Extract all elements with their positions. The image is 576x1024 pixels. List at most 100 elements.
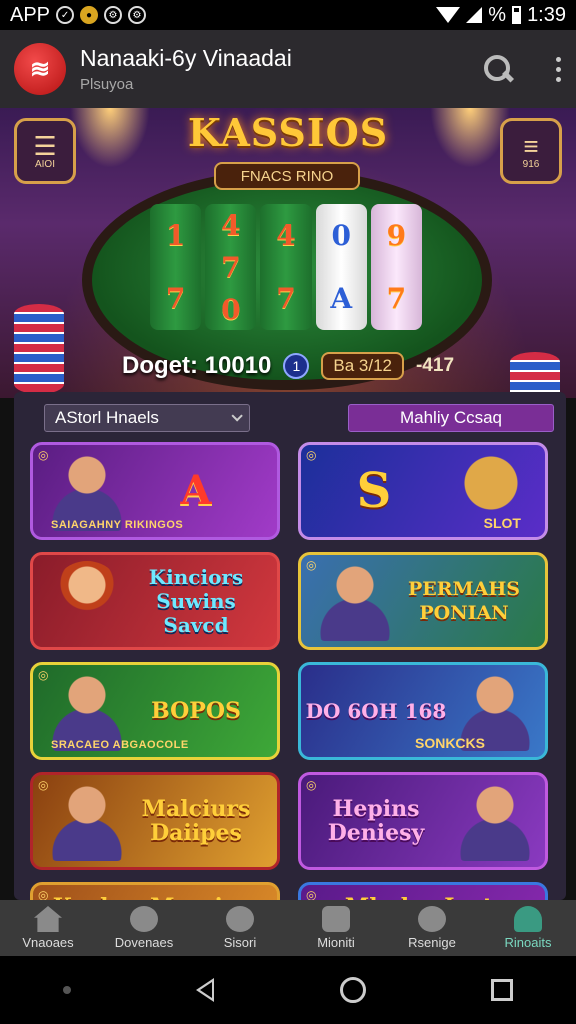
game-grid: ◎ A SAIAGAHNY RIKINGOS ◎ S SLOT Kinciors…	[30, 442, 550, 900]
search-icon[interactable]	[482, 53, 514, 85]
reel-symbol: A	[330, 282, 353, 315]
nav-label: Dovenaes	[114, 935, 174, 950]
nav-item-search[interactable]: Sisori	[192, 900, 288, 956]
status-time: 1:39	[527, 3, 566, 26]
game-card-title: Mlndnr Inst	[301, 885, 545, 900]
hero-right-button-label: 916	[522, 158, 540, 170]
game-card[interactable]: ◎ Kuykay Macsies	[30, 882, 280, 900]
slot-machine-icon	[322, 906, 350, 932]
nav-label: Mioniti	[317, 935, 355, 950]
battery-icon	[512, 6, 522, 24]
reel-symbol: 0	[221, 292, 241, 326]
filter-button-label: Mahliy Ccsaq	[399, 408, 503, 427]
nav-label: Vnaoaes	[22, 935, 74, 950]
balance-row: Doget: 10010 1 Ba 3/12 -417	[0, 352, 576, 380]
nav-item-slots[interactable]: Mioniti	[288, 900, 384, 956]
reel-symbol: 7	[221, 250, 241, 284]
character-avatar	[319, 561, 391, 641]
game-card-tag: SLOT	[483, 515, 521, 531]
balance-label: Doget: 10010	[121, 352, 272, 379]
slot-reels[interactable]: 1 7 4 7 0 4 7 0 A 9 7	[150, 204, 423, 330]
person-icon	[514, 906, 542, 932]
search-people-icon	[226, 906, 254, 932]
category-dropdown-label: AStorl Hnaels	[55, 408, 159, 427]
reel-symbol: 7	[386, 282, 407, 315]
game-card[interactable]: Kinciors Suwins Savcd	[30, 552, 280, 650]
reel: 9 7	[370, 204, 423, 330]
game-card-title: A	[180, 467, 212, 514]
game-card-title: Kinciors Suwins Savcd	[148, 565, 244, 637]
chip-stack-icon[interactable]: ≋	[14, 43, 66, 95]
reel-symbol: 4	[221, 208, 241, 242]
bottom-nav: Vnaoaes Dovenaes Sisori Mioniti Rsenige …	[0, 900, 576, 956]
game-card-title: BOPOS	[151, 698, 241, 724]
nav-item-profile[interactable]: Rinoaits	[480, 900, 576, 956]
game-card[interactable]: ◎ Mlndnr Inst	[298, 882, 548, 900]
recents-icon[interactable]	[491, 979, 514, 1001]
app-subtitle: Plsuyoa	[80, 76, 134, 93]
home-icon	[34, 906, 62, 932]
nav-item-chips[interactable]: Dovenaes	[96, 900, 192, 956]
reel-symbol: 7	[276, 282, 296, 315]
dot-icon	[62, 986, 71, 994]
chip-icon: 1	[283, 353, 310, 379]
chip-icon	[130, 906, 158, 932]
hero-subtitle-banner: FNACS RINO	[214, 162, 360, 190]
chip-icon: ◎	[38, 448, 49, 462]
bet-box[interactable]: Ba 3/12	[321, 352, 404, 380]
games-panel: AStorl Hnaels Mahliy Ccsaq ◎ A SAIAGAHNY…	[14, 392, 566, 900]
status-app-text: APP	[10, 3, 51, 26]
app-bar: ≋ Nanaaki-6y Vinaadai Plsuyoa	[0, 30, 576, 108]
reel-symbol: 1	[165, 219, 186, 252]
back-icon[interactable]	[196, 978, 215, 1002]
chip-stack-icon	[14, 304, 64, 394]
game-card[interactable]: DO 6OH 168 SONKCKS	[298, 662, 548, 760]
reel-symbol: 7	[165, 282, 186, 315]
character-avatar	[459, 781, 531, 861]
coin-icon: ●	[80, 6, 99, 24]
game-card-title: DO 6OH 168	[305, 699, 447, 723]
character-avatar	[51, 561, 123, 641]
nav-label: Rinoaits	[504, 935, 552, 950]
balance-extra: -417	[415, 355, 455, 376]
reel-symbol: 0	[331, 219, 351, 252]
signal-icon	[466, 7, 483, 23]
nav-item-reels[interactable]: Rsenige	[384, 900, 480, 956]
game-card[interactable]: ◎ PERMAHS PONIAN	[298, 552, 548, 650]
game-card-title: Malciurs Daiipes	[141, 796, 251, 846]
nav-label: Rsenige	[408, 935, 456, 950]
game-card[interactable]: ◎ Malciurs Daiipes	[30, 772, 280, 870]
character-avatar	[51, 781, 123, 861]
system-nav-bar	[0, 956, 576, 1024]
circle-check-icon: ✓	[56, 6, 75, 24]
reel: 1 7	[150, 204, 202, 330]
game-card-title: S	[356, 463, 392, 519]
nav-label: Sisori	[223, 935, 257, 950]
category-dropdown[interactable]: AStorl Hnaels	[44, 404, 250, 432]
app-title: Nanaaki-6y Vinaadai	[80, 45, 292, 71]
film-reel-icon	[418, 906, 446, 932]
hero-banner: ☰ AIOI ≡ 916 KASSIOS FNACS RINO 1 7 4 7 …	[0, 108, 576, 398]
chevron-down-icon	[231, 410, 243, 422]
wifi-icon	[436, 7, 461, 23]
battery-percent: %	[488, 3, 507, 26]
reel-symbol: 9	[386, 219, 407, 252]
filter-row: AStorl Hnaels Mahliy Ccsaq	[44, 404, 554, 432]
filter-button[interactable]: Mahliy Ccsaq	[348, 404, 554, 432]
chip-icon: ◎	[306, 888, 317, 900]
nav-item-home[interactable]: Vnaoaes	[0, 900, 96, 956]
more-vert-icon[interactable]	[554, 56, 562, 82]
chip-icon: ◎	[306, 778, 317, 792]
reel: 4 7	[260, 204, 312, 330]
game-card[interactable]: ◎ S SLOT	[298, 442, 548, 540]
game-card-title: Hepins Deniesy	[327, 796, 425, 846]
home-circle-icon[interactable]	[339, 977, 366, 1003]
game-card[interactable]: ◎ Hepins Deniesy	[298, 772, 548, 870]
settings-icon: ⚙	[128, 6, 147, 24]
game-card-title: PERMAHS PONIAN	[407, 578, 520, 624]
game-card[interactable]: ◎ A SAIAGAHNY RIKINGOS	[30, 442, 280, 540]
game-card[interactable]: ◎ BOPOS SRACAEO ABGAOCOLE	[30, 662, 280, 760]
status-bar: APP ✓ ● ⚙ ⚙ % 1:39	[0, 0, 576, 30]
reel-symbol: 4	[276, 219, 296, 252]
reel: 0 A	[315, 204, 367, 330]
